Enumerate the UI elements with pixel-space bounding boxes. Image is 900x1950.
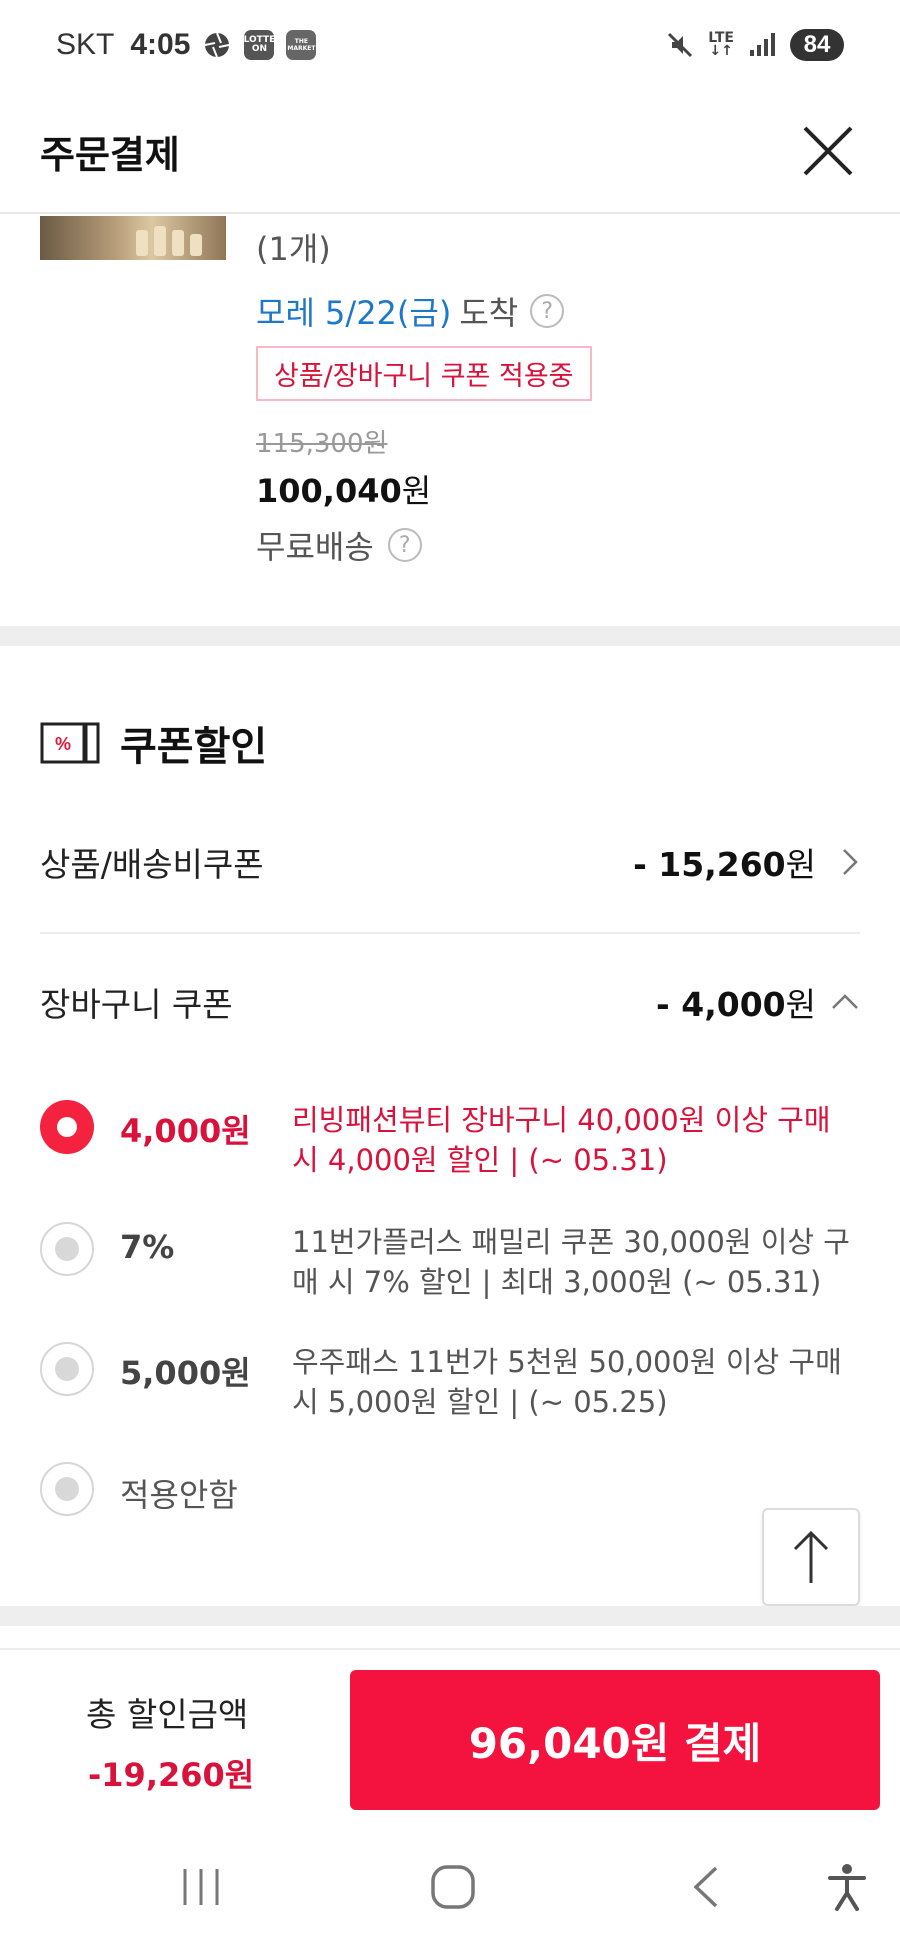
total-discount-label: 총 할인금액 <box>86 1695 249 1734</box>
shipping-info: 무료배송 ? <box>256 522 592 568</box>
no-apply-label: 적용안함 <box>120 1476 238 1514</box>
scroll-to-top-button[interactable] <box>762 1508 860 1606</box>
aperture-icon <box>202 30 232 60</box>
lotte-on-icon: LOTTE ON <box>244 30 275 60</box>
arrival-text: 도착 <box>459 294 519 332</box>
row-divider <box>40 932 860 934</box>
header: 주문결제 <box>0 90 900 214</box>
product-shipping-coupon-row[interactable]: 상품/배송비쿠폰 - 15,260원 <box>40 832 860 892</box>
help-icon[interactable]: ? <box>530 294 565 328</box>
coupon-option-amount: 5,000원 <box>120 1354 251 1392</box>
coupon-option-desc: 우주패스 11번가 5천원 50,000원 이상 구매 시 5,000원 할인 … <box>292 1345 842 1419</box>
recent-apps-icon <box>183 1869 219 1905</box>
svg-text:%: % <box>55 734 71 754</box>
sale-price-unit: 원 <box>401 472 432 510</box>
system-nav-bar <box>0 1824 900 1950</box>
coupon-option[interactable]: 7% 11번가플러스 패밀리 쿠폰 30,000원 이상 구매 시 7% 할인 … <box>40 1222 860 1302</box>
coupon-section-title: 쿠폰할인 <box>120 724 268 770</box>
original-price: 115,300원 <box>256 429 388 459</box>
radio-unselected[interactable] <box>40 1222 94 1276</box>
coupon-option[interactable]: 4,000원 리빙패션뷰티 장바구니 40,000원 이상 구매 시 4,000… <box>40 1100 860 1180</box>
cart-coupon-label: 장바구니 쿠폰 <box>40 985 233 1024</box>
coupon-option[interactable]: 5,000원 우주패스 11번가 5천원 50,000원 이상 구매 시 5,0… <box>40 1342 860 1422</box>
home-button[interactable] <box>418 1852 488 1922</box>
page-title: 주문결제 <box>40 132 180 177</box>
section-divider <box>0 626 900 646</box>
cart-coupon-amount: - 4,000원 <box>656 985 816 1024</box>
coupon-option-desc: 11번가플러스 패밀리 쿠폰 30,000원 이상 구매 시 7% 할인 | 최… <box>292 1225 850 1299</box>
chevron-up-icon <box>816 992 860 1012</box>
radio-unselected[interactable] <box>40 1342 94 1396</box>
accessibility-icon <box>828 1864 866 1911</box>
coupon-section: % 쿠폰할인 상품/배송비쿠폰 - 15,260원 장바구니 쿠폰 - 4,00… <box>0 646 900 1606</box>
sale-price: 100,040원 <box>256 466 592 512</box>
sale-price-number: 100,040 <box>256 472 402 510</box>
help-icon[interactable]: ? <box>387 528 422 562</box>
product-card: (1개) 모레 5/22(금) 도착 ? 상품/장바구니 쿠폰 적용중 115,… <box>0 216 900 626</box>
accessibility-button[interactable] <box>812 1852 882 1922</box>
coupon-option-amount: 7% <box>120 1228 175 1266</box>
mute-icon <box>666 31 694 59</box>
battery-indicator: 84 <box>790 29 844 61</box>
arrow-up-icon <box>793 1530 829 1583</box>
back-icon <box>693 1866 718 1908</box>
radio-selected[interactable] <box>40 1100 94 1154</box>
network-type: LTE ↓↑ <box>708 30 734 59</box>
product-info: (1개) 모레 5/22(금) 도착 ? 상품/장바구니 쿠폰 적용중 115,… <box>256 216 592 568</box>
section-divider <box>0 1606 900 1626</box>
radio-unselected[interactable] <box>40 1462 94 1516</box>
total-discount-value: -19,260원 <box>88 1756 255 1794</box>
close-icon <box>803 126 853 176</box>
product-quantity: (1개) <box>256 230 331 268</box>
status-time: 4:05 <box>130 28 191 61</box>
product-thumbnail[interactable] <box>40 216 226 260</box>
shipping-label: 무료배송 <box>256 528 374 566</box>
the-market-icon: THE MARKET <box>286 30 317 60</box>
back-button[interactable] <box>670 1852 740 1922</box>
product-shipping-coupon-amount: - 15,260원 <box>633 845 816 884</box>
chevron-right-icon <box>816 847 860 877</box>
coupon-percent-icon: % <box>40 722 100 764</box>
coupon-applied-badge: 상품/장바구니 쿠폰 적용중 <box>256 346 592 401</box>
status-bar: SKT 4:05 LOTTE ON THE MARKET LTE ↓↑ 84 <box>0 0 900 90</box>
status-carrier: SKT <box>56 28 115 61</box>
checkout-bar: 총 할인금액 -19,260원 96,040원 결제 <box>0 1648 900 1824</box>
product-shipping-coupon-label: 상품/배송비쿠폰 <box>40 845 264 884</box>
pay-button[interactable]: 96,040원 결제 <box>350 1670 880 1810</box>
arrival-date: 모레 5/22(금) <box>256 294 452 332</box>
cart-coupon-row[interactable]: 장바구니 쿠폰 - 4,000원 <box>40 972 860 1032</box>
arrival-info: 모레 5/22(금) 도착 ? <box>256 288 592 334</box>
coupon-option-desc: 리빙패션뷰티 장바구니 40,000원 이상 구매 시 4,000원 할인 | … <box>292 1103 831 1177</box>
close-button[interactable] <box>796 119 860 183</box>
coupon-option-amount: 4,000원 <box>120 1112 251 1150</box>
signal-icon <box>748 32 776 58</box>
home-icon <box>431 1865 475 1909</box>
recent-apps-button[interactable] <box>166 1852 236 1922</box>
coupon-option-none[interactable]: 적용안함 <box>40 1462 860 1516</box>
coupon-section-header: % 쿠폰할인 <box>40 714 267 772</box>
